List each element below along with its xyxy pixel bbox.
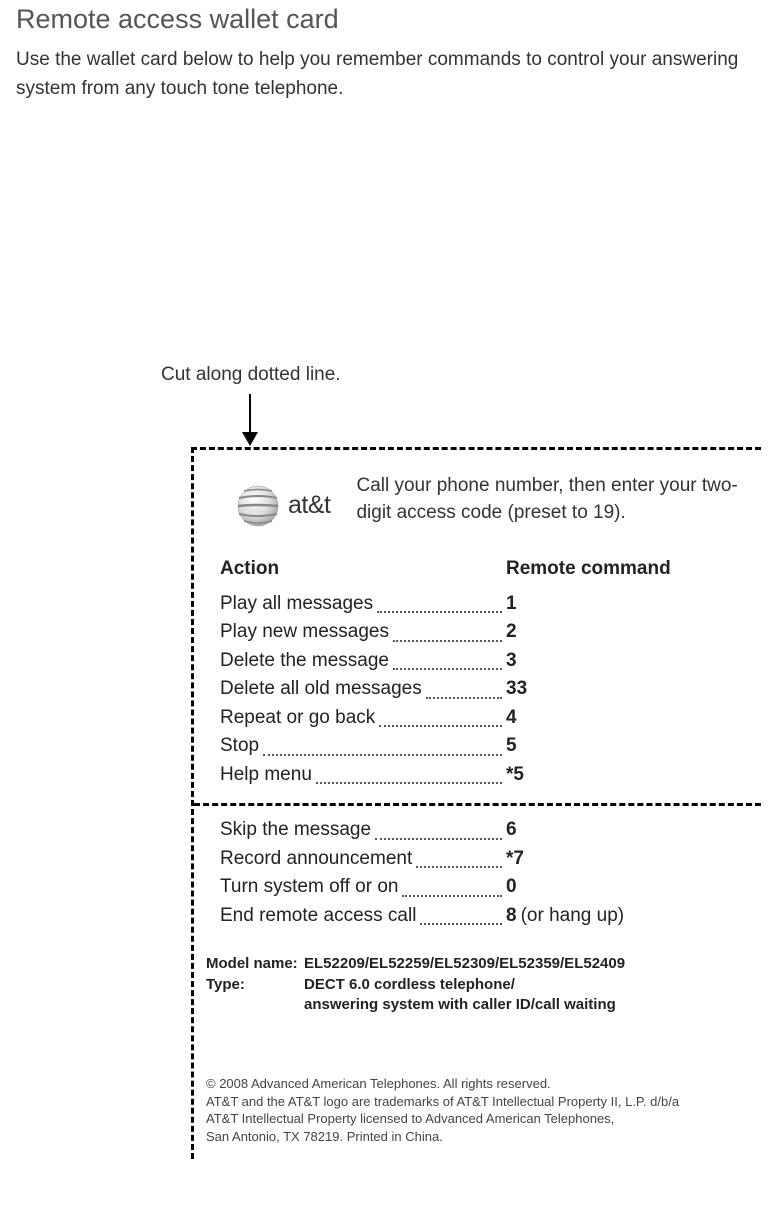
command-action: End remote access call (220, 902, 416, 931)
command-header: Action Remote command (220, 558, 753, 580)
cut-instruction: Cut along dotted line. (161, 364, 759, 386)
command-code: 2 (506, 618, 517, 647)
header-action: Action (220, 558, 506, 580)
legal-line: © 2008 Advanced American Telephones. All… (206, 1075, 753, 1093)
arrow-icon (239, 392, 759, 447)
call-instruction: Call your phone number, then enter your … (356, 472, 753, 527)
command-code: 1 (506, 590, 517, 619)
command-row: Skip the message 6 (220, 816, 753, 845)
command-code: 4 (506, 704, 517, 733)
wallet-card: at&t Call your phone number, then enter … (191, 447, 761, 1159)
command-action: Delete all old messages (220, 675, 422, 704)
command-action: Play new messages (220, 618, 389, 647)
card-top-row: at&t Call your phone number, then enter … (220, 472, 753, 528)
command-action: Help menu (220, 761, 312, 790)
type-value-1: DECT 6.0 cordless telephone/ (304, 975, 515, 995)
command-code: 5 (506, 732, 517, 761)
legal-line: San Antonio, TX 78219. Printed in China. (206, 1128, 753, 1146)
command-row: Delete all old messages 33 (220, 675, 753, 704)
legal-line: AT&T and the AT&T logo are trademarks of… (206, 1093, 753, 1111)
command-code: 3 (506, 647, 517, 676)
command-action: Repeat or go back (220, 704, 375, 733)
command-code: 8 (506, 902, 517, 931)
command-extra: (or hang up) (521, 902, 625, 931)
model-label: Model name: (206, 954, 304, 974)
intro-text: Use the wallet card below to help you re… (16, 45, 759, 104)
legal-line: AT&T Intellectual Property licensed to A… (206, 1110, 753, 1128)
header-command: Remote command (506, 558, 671, 580)
command-row: Repeat or go back 4 (220, 704, 753, 733)
command-row: Stop 5 (220, 732, 753, 761)
command-action: Delete the message (220, 647, 389, 676)
command-code: 33 (506, 675, 527, 704)
globe-icon (236, 484, 280, 528)
command-row: Delete the message 3 (220, 647, 753, 676)
command-action: Skip the message (220, 816, 371, 845)
command-action: Record announcement (220, 845, 412, 874)
model-block: Model name: EL52209/EL52259/EL52309/EL52… (206, 954, 753, 1015)
command-row: Turn system off or on 0 (220, 873, 753, 902)
command-action: Turn system off or on (220, 873, 398, 902)
model-value: EL52209/EL52259/EL52309/EL52359/EL52409 (304, 954, 625, 974)
command-action: Play all messages (220, 590, 373, 619)
fold-line (194, 803, 761, 806)
command-code: 0 (506, 873, 517, 902)
type-value-2: answering system with caller ID/call wai… (304, 995, 616, 1015)
command-row: Play new messages 2 (220, 618, 753, 647)
command-code: 6 (506, 816, 517, 845)
command-code: *5 (506, 761, 524, 790)
att-logo: at&t (236, 484, 330, 528)
command-row: Help menu *5 (220, 761, 753, 790)
command-code: *7 (506, 845, 524, 874)
page-title: Remote access wallet card (16, 4, 759, 35)
legal-text: © 2008 Advanced American Telephones. All… (206, 1075, 753, 1145)
command-row: End remote access call 8 (or hang up) (220, 902, 753, 931)
command-row: Play all messages 1 (220, 590, 753, 619)
command-action: Stop (220, 732, 259, 761)
command-row: Record announcement *7 (220, 845, 753, 874)
command-group-1: Play all messages 1 Play new messages 2 De… (220, 590, 753, 790)
type-label: Type: (206, 975, 304, 995)
logo-text: at&t (288, 491, 330, 520)
command-group-2: Skip the message6 Record announcement*7 … (220, 816, 753, 930)
